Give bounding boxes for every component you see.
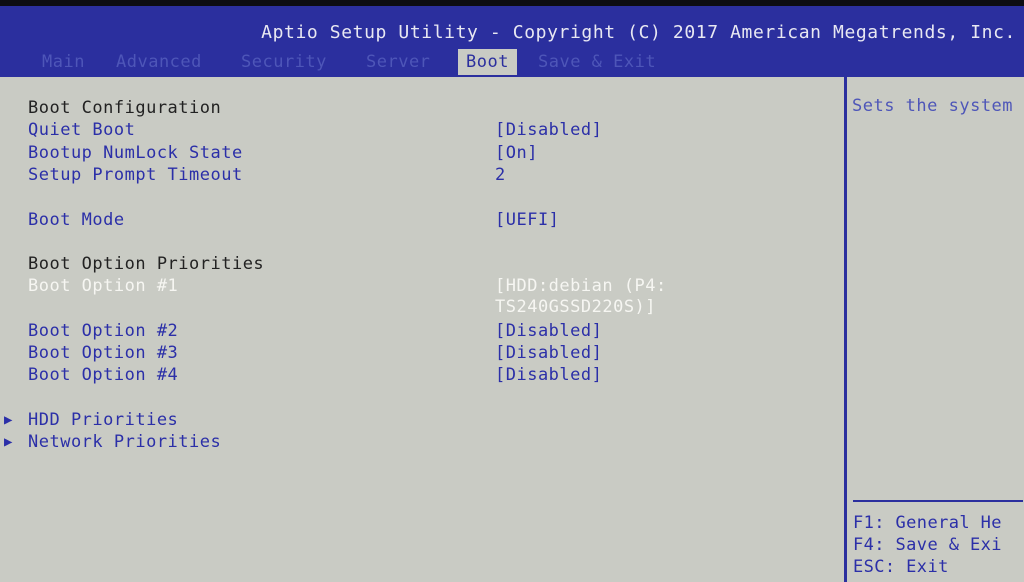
setting-label: Boot Option #3 bbox=[28, 343, 179, 363]
setting-label: Boot Option #4 bbox=[28, 365, 179, 385]
tab-save-exit[interactable]: Save & Exit bbox=[538, 49, 656, 75]
triangle-right-icon: ▶ bbox=[4, 412, 13, 428]
key-hint-f4: F4: Save & Exi bbox=[853, 535, 1002, 555]
setting-value[interactable]: [Disabled] bbox=[495, 119, 602, 141]
tab-advanced[interactable]: Advanced bbox=[116, 49, 202, 75]
tab-main[interactable]: Main bbox=[42, 49, 85, 75]
triangle-right-icon: ▶ bbox=[4, 434, 13, 450]
content-area: Boot Configuration Quiet Boot [Disabled]… bbox=[0, 75, 1024, 582]
submenu-network-priorities[interactable]: ▶ Network Priorities bbox=[0, 431, 846, 453]
tab-boot[interactable]: Boot bbox=[458, 49, 517, 75]
help-pane: Sets the system F1: General He F4: Save … bbox=[846, 77, 1024, 582]
setting-value[interactable]: [Disabled] bbox=[495, 320, 602, 342]
setting-quiet-boot[interactable]: Quiet Boot [Disabled] bbox=[0, 119, 846, 141]
submenu-hdd-priorities[interactable]: ▶ HDD Priorities bbox=[0, 409, 846, 431]
setting-boot-option-4[interactable]: Boot Option #4 [Disabled] bbox=[0, 364, 846, 386]
setting-value[interactable]: [Disabled] bbox=[495, 364, 602, 386]
setting-numlock-state[interactable]: Bootup NumLock State [On] bbox=[0, 142, 846, 164]
setting-boot-option-1[interactable]: Boot Option #1 [HDD:debian (P4: bbox=[0, 275, 846, 297]
setting-value[interactable]: TS240GSSD220S)] bbox=[495, 296, 656, 318]
bios-screen: Aptio Setup Utility - Copyright (C) 2017… bbox=[0, 6, 1024, 582]
setting-value[interactable]: 2 bbox=[495, 164, 506, 186]
setting-boot-option-2[interactable]: Boot Option #2 [Disabled] bbox=[0, 320, 846, 342]
help-description: Sets the system bbox=[852, 96, 1014, 116]
section-boot-option-priorities: Boot Option Priorities bbox=[0, 253, 846, 275]
setting-boot-option-3[interactable]: Boot Option #3 [Disabled] bbox=[0, 342, 846, 364]
section-boot-configuration: Boot Configuration bbox=[0, 97, 846, 119]
setting-boot-mode[interactable]: Boot Mode [UEFI] bbox=[0, 209, 846, 231]
tab-security[interactable]: Security bbox=[241, 49, 327, 75]
key-hint-esc: ESC: Exit bbox=[853, 557, 949, 577]
title-bar: Aptio Setup Utility - Copyright (C) 2017… bbox=[261, 22, 1016, 43]
setting-label: Boot Option #2 bbox=[28, 321, 179, 341]
setting-value[interactable]: [Disabled] bbox=[495, 342, 602, 364]
key-hint-f1: F1: General He bbox=[853, 513, 1002, 533]
submenu-label[interactable]: HDD Priorities bbox=[28, 409, 178, 431]
tab-server[interactable]: Server bbox=[366, 49, 430, 75]
settings-pane: Boot Configuration Quiet Boot [Disabled]… bbox=[0, 77, 846, 582]
section-heading: Boot Option Priorities bbox=[28, 254, 265, 274]
setting-label: Bootup NumLock State bbox=[28, 143, 243, 163]
setting-label: Boot Option #1 bbox=[28, 276, 179, 296]
setting-value[interactable]: [On] bbox=[495, 142, 538, 164]
setting-label: Setup Prompt Timeout bbox=[28, 165, 243, 185]
setting-label: Boot Mode bbox=[28, 210, 125, 230]
setting-value[interactable]: [HDD:debian (P4: bbox=[495, 275, 667, 297]
tab-bar: Main Advanced Security Server Boot Save … bbox=[0, 49, 1024, 75]
setting-label: Quiet Boot bbox=[28, 120, 136, 140]
help-divider bbox=[853, 500, 1023, 502]
setting-boot-option-1-continued: TS240GSSD220S)] bbox=[0, 296, 846, 318]
section-heading: Boot Configuration bbox=[28, 98, 222, 118]
submenu-label[interactable]: Network Priorities bbox=[28, 431, 221, 453]
setting-value[interactable]: [UEFI] bbox=[495, 209, 559, 231]
setting-prompt-timeout[interactable]: Setup Prompt Timeout 2 bbox=[0, 164, 846, 186]
